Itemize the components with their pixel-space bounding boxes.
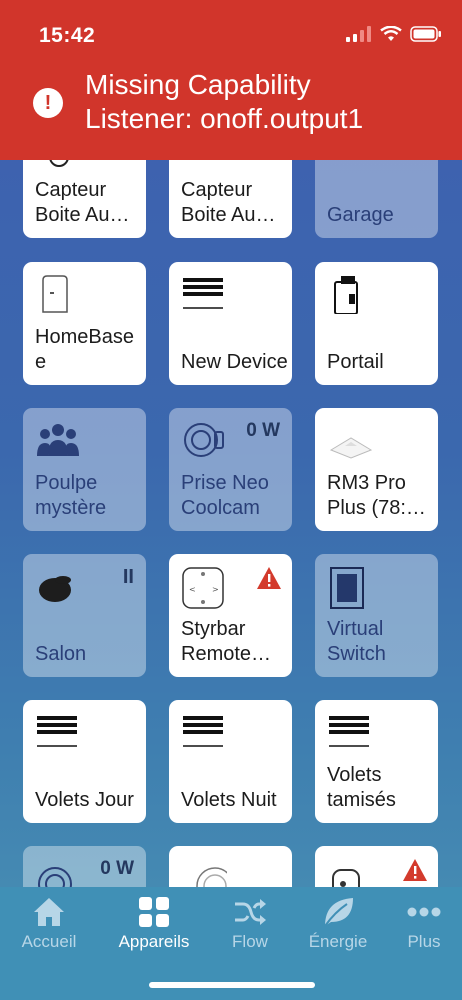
styrbar-icon: < > xyxy=(182,567,224,609)
device-name: Volets tamisés xyxy=(327,764,396,811)
device-tile[interactable]: Volets Nuit xyxy=(169,700,292,823)
device-name: Virtual Switch xyxy=(327,618,386,665)
tab-label: Plus xyxy=(407,932,441,951)
error-message-line2: Listener: onoff.output1 xyxy=(85,103,364,134)
shuffle-icon xyxy=(235,899,266,925)
warning-icon xyxy=(403,859,427,881)
device-name: Salon xyxy=(35,643,87,665)
tab-label: Accueil xyxy=(21,932,77,951)
grid-icon xyxy=(139,897,169,927)
speaker-icon xyxy=(39,576,71,602)
ir-hub-icon xyxy=(329,437,373,459)
device-tile[interactable]: II Salon xyxy=(23,554,146,677)
device-tile[interactable]: < > Styrbar Remote… xyxy=(169,554,292,677)
device-tile[interactable] xyxy=(169,846,292,887)
battery-icon xyxy=(410,26,441,42)
device-name: New Device xyxy=(181,351,288,373)
svg-text:>: > xyxy=(212,585,219,594)
power-badge: 0 W xyxy=(246,420,280,441)
device-tile[interactable]: RM3 Pro Plus (78:… xyxy=(315,408,438,531)
device-name: Garage xyxy=(327,204,394,226)
blinds-icon xyxy=(183,278,223,309)
tab-label: Flow xyxy=(232,932,268,951)
status-time: 15:42 xyxy=(39,24,96,47)
svg-text:<: < xyxy=(189,585,196,594)
tab-appareils[interactable]: Appareils xyxy=(109,895,199,952)
device-tile[interactable]: Volets tamisés xyxy=(315,700,438,823)
pause-icon[interactable]: II xyxy=(123,566,134,589)
device-tile[interactable]: Portail xyxy=(315,262,438,385)
error-message-line1: Missing Capability xyxy=(85,69,311,100)
blinds-icon xyxy=(183,716,223,747)
device-name: Styrbar Remote… xyxy=(181,618,272,665)
remote-icon xyxy=(334,276,358,314)
blinds-icon xyxy=(329,716,369,747)
tab-flow[interactable]: Flow xyxy=(205,895,295,952)
device-name: Capteur Boite Au… xyxy=(181,179,276,226)
device-tile[interactable]: HomeBase e xyxy=(23,262,146,385)
device-tile[interactable]: 0 W Prise Neo Coolcam xyxy=(169,408,292,531)
status-icons xyxy=(346,26,442,42)
device-name: Volets Jour xyxy=(35,789,134,811)
error-message: Missing Capability Listener: onoff.outpu… xyxy=(85,68,363,136)
home-indicator[interactable] xyxy=(149,982,315,988)
plug-icon xyxy=(184,423,224,457)
tab-label: Énergie xyxy=(308,932,368,951)
home-icon xyxy=(34,898,64,926)
tab-accueil[interactable]: Accueil xyxy=(4,895,94,952)
leaf-icon xyxy=(324,898,353,927)
alert-icon: ! xyxy=(33,88,63,118)
device-tile[interactable]: Virtual Switch xyxy=(315,554,438,677)
sensor-icon xyxy=(196,867,227,887)
signal-icon xyxy=(346,26,371,42)
device-name: Capteur Boite Au… xyxy=(35,179,130,226)
device-name: Volets Nuit xyxy=(181,789,277,811)
device-name: Prise Neo Coolcam xyxy=(181,472,269,519)
device-name: HomeBase e xyxy=(35,326,134,373)
device-tile[interactable]: Volets Jour xyxy=(23,700,146,823)
warning-icon xyxy=(257,567,281,589)
device-tile[interactable]: 0 W xyxy=(23,846,146,887)
switch-icon xyxy=(330,567,364,609)
device-name: Portail xyxy=(327,351,384,373)
device-tile[interactable]: New Device xyxy=(169,262,292,385)
plug-icon xyxy=(38,867,72,887)
device-name: RM3 Pro Plus (78:… xyxy=(327,472,426,519)
error-banner[interactable]: 15:42 ! Missing Capability Listener: ono… xyxy=(0,0,462,160)
homebase-icon xyxy=(42,275,68,313)
wifi-icon xyxy=(380,26,402,41)
device-tile[interactable] xyxy=(315,846,438,887)
motion-icon xyxy=(332,869,360,887)
tab-energie[interactable]: Énergie xyxy=(293,895,383,952)
tab-label: Appareils xyxy=(118,932,190,951)
dots-icon xyxy=(407,907,441,917)
power-badge: 0 W xyxy=(100,858,134,879)
tab-plus[interactable]: Plus xyxy=(379,895,462,952)
device-name: Poulpe mystère xyxy=(35,472,107,519)
device-tile[interactable]: Poulpe mystère xyxy=(23,408,146,531)
blinds-icon xyxy=(37,716,77,747)
people-icon xyxy=(37,424,79,456)
